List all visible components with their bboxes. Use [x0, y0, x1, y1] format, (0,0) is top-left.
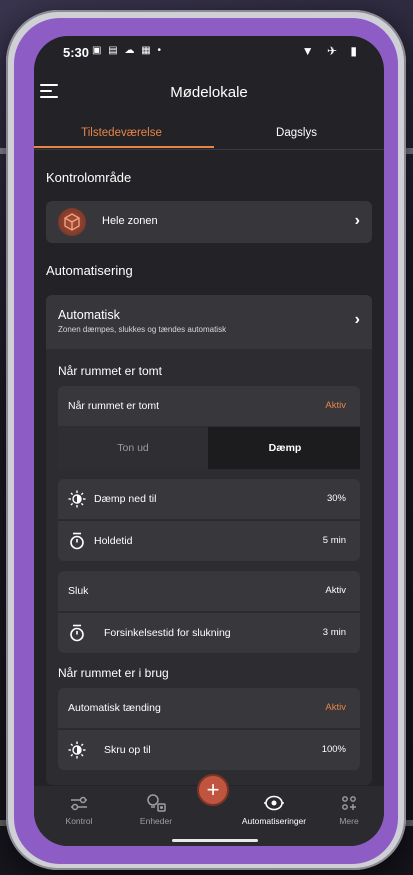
- timer-icon: [70, 624, 84, 642]
- nav-automations-label: Automatiseringer: [241, 816, 307, 826]
- auto-on-label: Automatisk tænding: [68, 702, 161, 714]
- occupied-heading: Når rummet er i brug: [58, 666, 169, 680]
- automation-eye-icon: [264, 795, 284, 811]
- vacant-heading: Når rummet er tomt: [58, 364, 163, 378]
- zone-selector[interactable]: Hele zonen ›: [46, 201, 372, 243]
- nav-automations[interactable]: Automatiseringer: [229, 792, 319, 826]
- automation-mode-title: Automatisk: [58, 308, 120, 322]
- vacant-mode-segmented-control: Ton ud Dæmp: [58, 427, 360, 469]
- vacant-row-label: Når rummet er tomt: [68, 400, 160, 412]
- brightness-icon: [68, 741, 86, 759]
- dim-label: Dæmp ned til: [94, 493, 157, 505]
- tab-occupancy[interactable]: Tilstedeværelse: [34, 127, 209, 139]
- timer-icon: [70, 532, 84, 550]
- automation-mode-subtitle: Zonen dæmpes, slukkes og tændes automati…: [58, 325, 227, 334]
- turn-up-row[interactable]: Skru op til 100%: [58, 730, 360, 770]
- home-indicator: [172, 839, 258, 842]
- tab-bar: Tilstedeværelse Dagslys: [34, 122, 384, 150]
- brightness-icon: [68, 490, 86, 508]
- hold-time-value: 5 min: [322, 535, 346, 546]
- page-title: Mødelokale: [170, 84, 248, 101]
- fade-out-option[interactable]: Ton ud: [58, 427, 208, 469]
- off-delay-row[interactable]: Forsinkelsestid for slukning 3 min: [58, 613, 360, 653]
- bulb-devices-icon: [147, 794, 166, 812]
- status-time: 5:30: [63, 45, 90, 60]
- system-status-icons: ▼ ✈ ▮: [301, 44, 362, 58]
- switch-off-label: Sluk: [68, 585, 89, 597]
- hold-time-row[interactable]: Holdetid 5 min: [58, 521, 360, 561]
- off-delay-label: Forsinkelsestid for slukning: [104, 627, 231, 639]
- active-tab-indicator: [34, 146, 214, 148]
- app-bar: Mødelokale: [34, 74, 384, 114]
- off-delay-value: 3 min: [322, 627, 346, 638]
- nav-more-label: Mere: [339, 816, 359, 826]
- nav-control-label: Kontrol: [65, 816, 93, 826]
- notification-icons: ▣ ▤ ☁ ▦ •: [92, 45, 163, 56]
- nav-control[interactable]: Kontrol: [44, 792, 114, 826]
- switch-off-row[interactable]: Sluk Aktiv: [58, 571, 360, 611]
- vacant-status: Aktiv: [325, 400, 346, 411]
- dim-level-row[interactable]: Dæmp ned til 30%: [58, 479, 360, 519]
- dim-value: 30%: [326, 493, 346, 504]
- app-screen: 5:30 ▣ ▤ ☁ ▦ • ▼ ✈ ▮ Mødelokale Tilstede…: [34, 36, 384, 846]
- zone-label: Hele zonen: [102, 215, 158, 227]
- control-area-heading: Kontrolområde: [46, 170, 132, 185]
- automation-heading: Automatisering: [46, 263, 133, 278]
- hold-time-label: Holdetid: [94, 535, 133, 547]
- auto-on-status: Aktiv: [325, 702, 346, 713]
- turn-up-label: Skru op til: [104, 744, 151, 756]
- dim-option[interactable]: Dæmp: [210, 427, 360, 469]
- nav-devices-label: Enheder: [139, 816, 173, 826]
- nav-more[interactable]: Mere: [314, 792, 384, 826]
- switch-off-status: Aktiv: [325, 585, 346, 596]
- add-button[interactable]: +: [197, 774, 229, 806]
- nav-devices[interactable]: Enheder: [121, 792, 191, 826]
- auto-on-row[interactable]: Automatisk tænding Aktiv: [58, 688, 360, 728]
- automation-mode-row[interactable]: Automatisk Zonen dæmpes, slukkes og tænd…: [46, 295, 372, 349]
- tab-daylight[interactable]: Dagslys: [209, 127, 384, 139]
- more-grid-icon: [342, 796, 356, 810]
- turn-up-value: 100%: [321, 744, 346, 755]
- chevron-right-icon: ›: [354, 311, 360, 328]
- zone-cube-icon: [58, 208, 86, 236]
- status-bar: 5:30 ▣ ▤ ☁ ▦ • ▼ ✈ ▮: [34, 36, 384, 68]
- sliders-icon: [71, 796, 87, 811]
- vacant-toggle-row[interactable]: Når rummet er tomt Aktiv: [58, 386, 360, 426]
- chevron-right-icon: ›: [354, 212, 360, 229]
- automation-panel: Automatisk Zonen dæmpes, slukkes og tænd…: [46, 295, 372, 785]
